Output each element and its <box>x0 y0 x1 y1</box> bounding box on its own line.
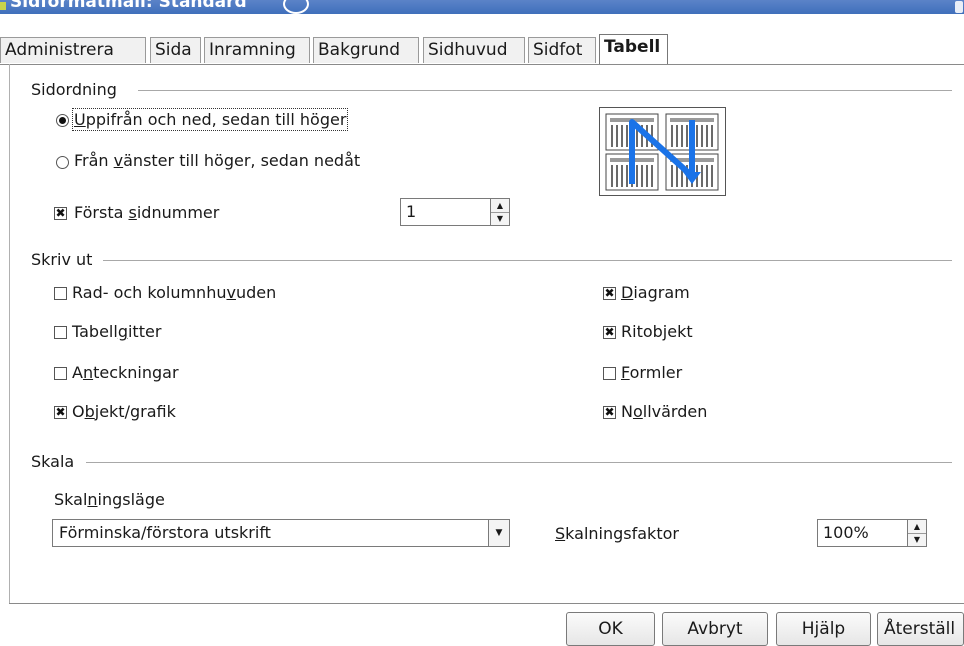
first-page-number-label: Första sidnummer <box>74 203 220 222</box>
spin-up-icon[interactable]: ▲ <box>491 199 509 213</box>
spin-up-icon[interactable]: ▲ <box>908 520 926 534</box>
spinner-buttons[interactable]: ▲ ▼ <box>907 520 926 546</box>
print-zero-values-label: Nollvärden <box>621 402 708 421</box>
tab-divider <box>0 64 964 65</box>
tab-sida[interactable]: Sida <box>150 37 201 63</box>
print-charts-checkbox[interactable]: ✖ <box>603 287 616 300</box>
title-decoration-icon <box>283 0 309 14</box>
section-skrivut-header: Skriv ut <box>31 250 93 269</box>
scaling-mode-label: Skalningsläge <box>54 490 165 509</box>
section-sidordning-header: Sidordning <box>31 80 117 99</box>
radio-left-to-right[interactable] <box>56 156 69 169</box>
radio-top-to-bottom-label[interactable]: Uppifrån och ned, sedan till höger <box>71 108 349 131</box>
scaling-factor-label: Skalningsfaktor <box>555 524 679 543</box>
scaling-mode-select[interactable]: Förminska/förstora utskrift ▼ <box>52 519 510 547</box>
section-divider <box>103 260 952 261</box>
pane-border <box>9 64 10 604</box>
print-headers-label: Rad- och kolumnhuvuden <box>72 283 277 302</box>
print-formulas-checkbox[interactable] <box>603 367 616 380</box>
section-skala-header: Skala <box>31 452 75 471</box>
window-title: Sidformatmall: Standard <box>10 0 247 12</box>
print-charts-label: Diagram <box>621 283 690 302</box>
tab-administrera[interactable]: Administrera <box>0 37 146 63</box>
print-formulas-label: Formler <box>621 363 683 382</box>
title-bar: Sidformatmall: Standard <box>0 0 964 14</box>
print-drawings-checkbox[interactable]: ✖ <box>603 326 616 339</box>
first-page-number-spinner[interactable]: 1 ▲ ▼ <box>400 198 510 226</box>
tab-strip: Administrera Sida Inramning Bakgrund Sid… <box>0 34 964 65</box>
tab-inramning[interactable]: Inramning <box>204 37 310 63</box>
print-zero-values-checkbox[interactable]: ✖ <box>603 406 616 419</box>
tab-sidfot[interactable]: Sidfot <box>528 37 596 63</box>
print-notes-checkbox[interactable] <box>54 367 67 380</box>
first-page-number-checkbox[interactable]: ✖ <box>54 207 67 220</box>
scaling-factor-spinner[interactable]: 100% ▲ ▼ <box>817 519 927 547</box>
print-grid-checkbox[interactable] <box>54 326 67 339</box>
print-headers-checkbox[interactable] <box>54 287 67 300</box>
spinner-buttons[interactable]: ▲ ▼ <box>490 199 509 225</box>
spin-down-icon[interactable]: ▼ <box>491 212 509 225</box>
spin-down-icon[interactable]: ▼ <box>908 533 926 546</box>
print-objects-label: Objekt/grafik <box>72 402 176 421</box>
page-order-preview-graphic <box>605 113 719 191</box>
print-objects-checkbox[interactable]: ✖ <box>54 406 67 419</box>
scaling-mode-value: Förminska/förstora utskrift <box>59 523 271 542</box>
page-order-preview-icon <box>599 107 726 196</box>
section-divider <box>138 90 952 91</box>
chevron-down-icon[interactable]: ▼ <box>488 520 509 546</box>
tab-sidhuvud[interactable]: Sidhuvud <box>423 37 525 63</box>
radio-left-to-right-label[interactable]: Från vänster till höger, sedan nedåt <box>74 151 360 170</box>
section-divider <box>86 462 952 463</box>
print-grid-label: Tabellgitter <box>72 322 162 341</box>
tab-tabell[interactable]: Tabell <box>599 34 668 64</box>
first-page-number-value[interactable]: 1 <box>406 202 416 221</box>
print-drawings-label: Ritobjekt <box>621 322 693 341</box>
tab-bakgrund[interactable]: Bakgrund <box>313 37 419 63</box>
scaling-factor-value[interactable]: 100% <box>823 523 869 542</box>
radio-top-to-bottom[interactable] <box>56 114 69 127</box>
print-notes-label: Anteckningar <box>72 363 179 382</box>
window-control-icon[interactable] <box>955 1 963 13</box>
app-icon <box>0 2 6 10</box>
button-area-divider <box>9 603 964 604</box>
